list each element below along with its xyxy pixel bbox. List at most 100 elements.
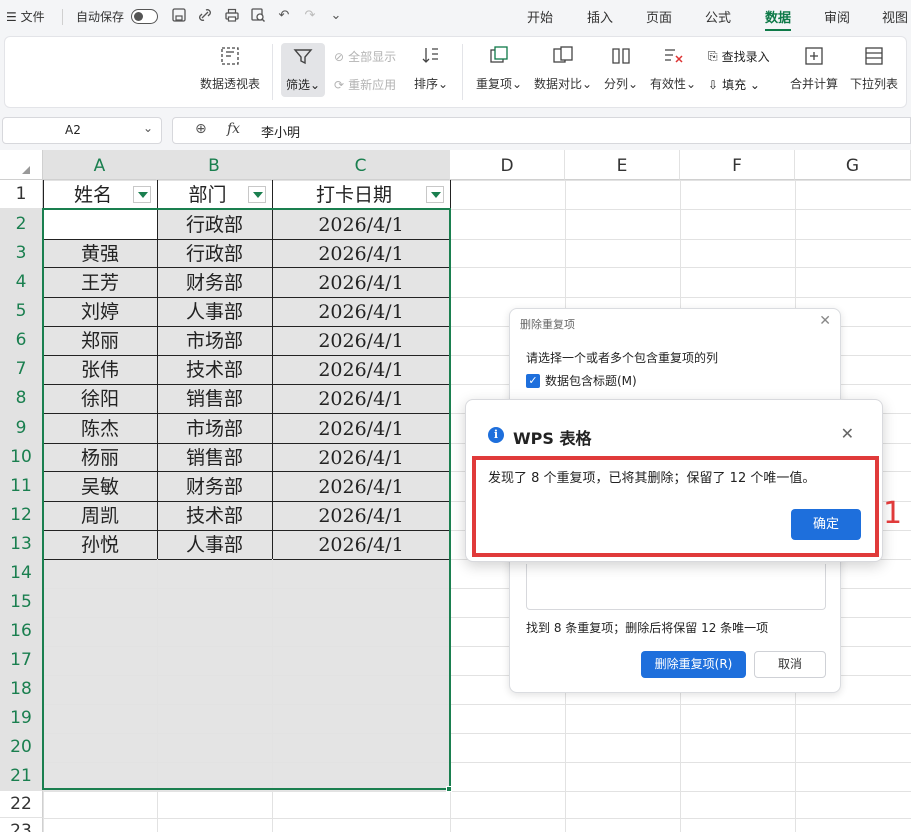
column-header-a[interactable]: A — [43, 150, 157, 180]
split-column-button[interactable]: 分列⌄ — [603, 46, 639, 92]
consolidate-button[interactable]: 合并计算 — [790, 46, 838, 92]
tab-review[interactable]: 审阅 — [824, 7, 850, 26]
file-menu[interactable]: ☰ 文件 — [6, 8, 45, 25]
info-icon: i — [488, 427, 504, 443]
annotation-highlight-box — [472, 456, 879, 557]
row-header-12[interactable]: 12 — [0, 501, 43, 530]
row-header-20[interactable]: 20 — [0, 733, 43, 762]
chevron-down-icon[interactable]: ⌄ — [327, 7, 345, 25]
active-cell[interactable] — [44, 210, 157, 239]
formula-input[interactable]: ⊕ fx 李小明 — [172, 117, 911, 144]
split-column-icon — [612, 48, 630, 64]
tab-home[interactable]: 开始 — [527, 7, 553, 26]
header-checkbox[interactable]: ✓ 数据包含标题(M) — [526, 372, 637, 389]
instruction-text: 请选择一个或者多个包含重复项的列 — [526, 351, 719, 365]
name-box[interactable]: A2 ⌄ — [2, 117, 162, 144]
row-header-13[interactable]: 13 — [0, 530, 43, 559]
close-icon[interactable]: ✕ — [819, 313, 831, 329]
duplicates-icon — [490, 46, 508, 63]
close-icon[interactable]: ✕ — [841, 424, 854, 443]
divider — [272, 44, 273, 100]
row-header-8[interactable]: 8 — [0, 384, 43, 413]
zoom-icon[interactable]: ⊕ — [195, 121, 207, 137]
row-header-11[interactable]: 11 — [0, 471, 43, 501]
column-header-f[interactable]: F — [680, 150, 795, 180]
duplicates-button[interactable]: 重复项⌄ — [474, 46, 524, 92]
filter-dropdown-icon[interactable] — [426, 186, 444, 203]
row-header-21[interactable]: 21 — [0, 762, 43, 791]
remove-duplicates-button[interactable]: 删除重复项(R) — [641, 651, 746, 678]
filter-dropdown-icon[interactable] — [248, 186, 266, 203]
filter-button[interactable]: 筛选⌄ — [281, 43, 325, 97]
tab-formulas[interactable]: 公式 — [705, 7, 731, 26]
compare-button[interactable]: 数据对比⌄ — [533, 46, 593, 92]
validity-icon — [665, 49, 683, 63]
row-header-4[interactable]: 4 — [0, 267, 43, 297]
lookup-entry-button[interactable]: ⎘ 查找录入 — [708, 48, 770, 65]
row-header-14[interactable]: 14 — [0, 559, 43, 588]
refresh-filter-icon: ⟳ — [334, 77, 345, 92]
autosave-toggle[interactable] — [131, 9, 158, 24]
row-header-18[interactable]: 18 — [0, 675, 43, 704]
annotation-label: 1 — [883, 496, 903, 531]
row-header-19[interactable]: 19 — [0, 704, 43, 733]
divider — [462, 44, 463, 100]
pivot-table-icon — [221, 47, 239, 65]
title-bar: ☰ 文件 自动保存 ↶ ↷ ⌄ 开始 插入 页面 公式 数据 审阅 视图 — [0, 0, 911, 34]
save-icon[interactable] — [170, 7, 188, 25]
funnel-icon — [293, 49, 313, 65]
tab-page[interactable]: 页面 — [646, 7, 672, 26]
print-icon[interactable] — [223, 7, 241, 25]
undo-icon[interactable]: ↶ — [275, 7, 293, 25]
row-header-9[interactable]: 9 — [0, 413, 43, 443]
cancel-button[interactable]: 取消 — [754, 651, 826, 678]
fill-button[interactable]: ⇩ 填充 ⌄ — [708, 76, 760, 93]
row-header-17[interactable]: 17 — [0, 646, 43, 675]
tab-insert[interactable]: 插入 — [587, 7, 613, 26]
fill-handle[interactable] — [446, 786, 452, 792]
redo-icon[interactable]: ↷ — [301, 7, 319, 25]
column-header-e[interactable]: E — [565, 150, 680, 180]
row-header-23[interactable]: 23 — [0, 818, 43, 832]
show-all-button[interactable]: ⊘ 全部显示 — [334, 48, 396, 65]
select-all-corner[interactable] — [0, 150, 43, 180]
pivot-table-button[interactable]: 数据透视表 — [200, 46, 260, 92]
row-header-7[interactable]: 7 — [0, 355, 43, 384]
dialog-title: 删除重复项 — [520, 318, 575, 331]
tab-data[interactable]: 数据 — [765, 7, 792, 31]
chevron-down-icon[interactable]: ⌄ — [143, 121, 153, 135]
filter-dropdown-icon[interactable] — [133, 186, 151, 203]
column-header-b[interactable]: B — [157, 150, 272, 180]
header-cell[interactable]: 打卡日期 — [272, 180, 450, 209]
formula-content: 李小明 — [261, 126, 301, 141]
column-header-d[interactable]: D — [450, 150, 565, 180]
message-title: WPS 表格 — [513, 429, 592, 448]
row-header-15[interactable]: 15 — [0, 588, 43, 617]
row-header-6[interactable]: 6 — [0, 326, 43, 355]
sort-icon — [422, 48, 438, 63]
clear-filter-icon: ⊘ — [334, 49, 345, 64]
row-header-10[interactable]: 10 — [0, 443, 43, 471]
row-header-16[interactable]: 16 — [0, 617, 43, 646]
print-preview-icon[interactable] — [249, 7, 267, 25]
link-icon[interactable] — [196, 7, 214, 25]
column-list[interactable] — [526, 564, 826, 610]
row-header-22[interactable]: 22 — [0, 791, 43, 818]
compare-icon — [553, 46, 573, 63]
row-header-5[interactable]: 5 — [0, 297, 43, 326]
sort-button[interactable]: 排序⌄ — [413, 46, 449, 92]
tab-view[interactable]: 视图 — [882, 7, 908, 26]
fx-icon[interactable]: fx — [227, 121, 240, 137]
column-header-g[interactable]: G — [795, 150, 911, 180]
reapply-button[interactable]: ⟳ 重新应用 — [334, 76, 396, 93]
ribbon-panel — [4, 36, 907, 108]
consolidate-icon — [805, 47, 823, 65]
dropdown-list-button[interactable]: 下拉列表 — [850, 46, 898, 92]
dropdown-list-icon — [865, 47, 883, 65]
row-header-1[interactable]: 1 — [0, 180, 43, 209]
validity-button[interactable]: 有效性⌄ — [649, 46, 697, 92]
duplicate-summary: 找到 8 条重复项；删除后将保留 12 条唯一项 — [526, 621, 769, 635]
row-header-3[interactable]: 3 — [0, 239, 43, 267]
column-header-c[interactable]: C — [272, 150, 450, 180]
row-header-2[interactable]: 2 — [0, 209, 43, 239]
